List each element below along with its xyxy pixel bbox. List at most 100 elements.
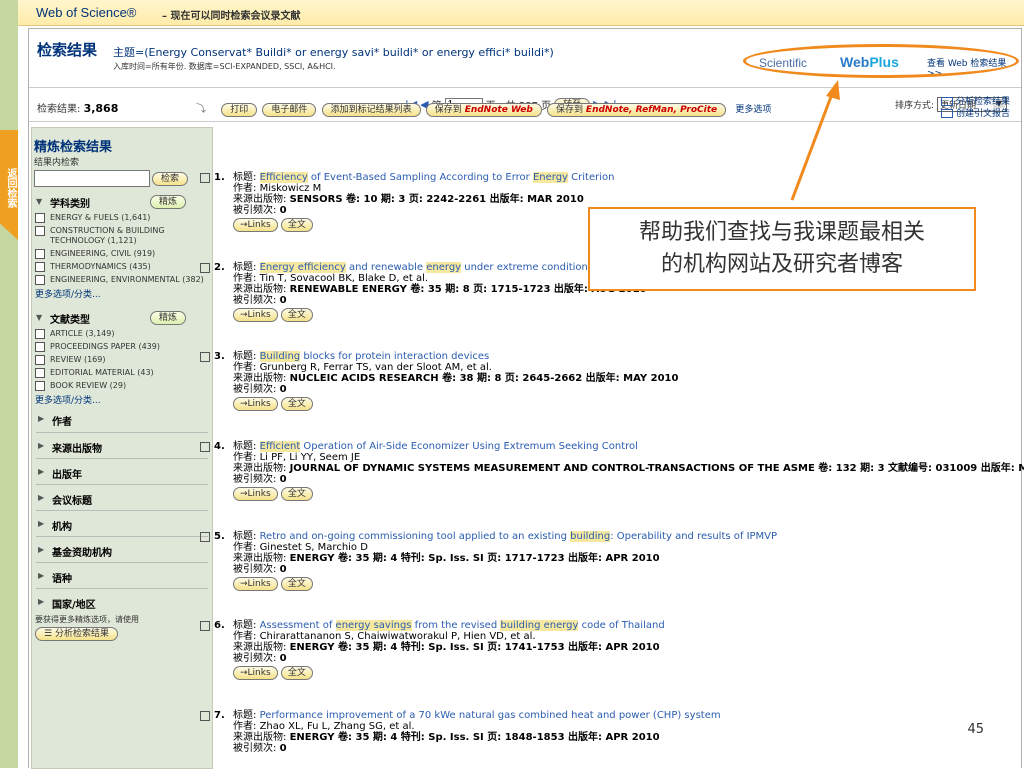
links-button[interactable]: →Links [233, 487, 278, 501]
record-checkbox[interactable] [200, 442, 210, 452]
checkbox[interactable] [35, 342, 45, 352]
facet-item-label: ENERGY & FUELS (1,641) [50, 213, 151, 222]
record-title-link[interactable]: Performance improvement of a 70 kWe natu… [260, 710, 721, 721]
top-bar: Web of Science® – 现在可以同时检索会议录文献 [18, 0, 1024, 26]
refine-search-button[interactable]: 检索 [152, 172, 189, 186]
email-button[interactable]: 电子邮件 [262, 103, 317, 117]
facet-subject[interactable]: ▼ 学科类别 精炼 [32, 194, 212, 210]
record-title-link[interactable]: Assessment of energy savings from the re… [260, 620, 665, 631]
facet-item[interactable]: ARTICLE (3,149) [32, 329, 212, 339]
record-title-link[interactable]: Retro and on-going commissioning tool ap… [260, 531, 777, 542]
links-button[interactable]: →Links [233, 397, 278, 411]
analyze-results-label: 分析检索结果 [54, 629, 109, 639]
expand-icon: ▼ [36, 197, 43, 206]
save-endnote-refman-button[interactable]: 保存到 EndNote, RefMan, ProCite [547, 103, 727, 117]
refine-button[interactable]: 精炼 [150, 195, 187, 209]
checkbox[interactable] [35, 275, 45, 285]
record-checkbox[interactable] [200, 711, 210, 721]
title-segment: energy savings [335, 620, 412, 631]
analyze-link[interactable]: 分析检索结果 [940, 96, 1010, 108]
links-button[interactable]: →Links [233, 308, 278, 322]
record-number: 1. [214, 172, 225, 183]
result-count-value: 3,868 [83, 102, 119, 115]
facet-item[interactable]: THERMODYNAMICS (435) [32, 262, 212, 272]
highlight-ellipse [743, 44, 1019, 78]
refine-search-input[interactable] [34, 170, 150, 187]
record-title-link[interactable]: Building blocks for protein interaction … [259, 351, 489, 362]
more-options-link[interactable]: 更多选项/分类... [32, 393, 212, 406]
record-authors: 作者: Li PF, Li YY, Seem JE [233, 452, 993, 463]
checkbox[interactable] [35, 368, 45, 378]
print-button[interactable]: 打印 [221, 103, 258, 117]
facet-item-label: EDITORIAL MATERIAL (43) [50, 368, 154, 377]
add-marked-button[interactable]: 添加到标记结果列表 [321, 103, 421, 117]
facet-item[interactable]: EDITORIAL MATERIAL (43) [32, 368, 212, 378]
refine-button[interactable]: 精炼 [150, 311, 187, 325]
record-body: 标题: Assessment of energy savings from th… [233, 620, 993, 680]
record-links: →Links 全文 [233, 308, 993, 322]
source-label: 来源出版物: [233, 373, 287, 384]
record-title-link[interactable]: Energy efficiency and renewable energy u… [259, 262, 593, 273]
record-title-link[interactable]: Efficiency of Event-Based Sampling Accor… [259, 172, 614, 183]
facet-country[interactable]: ▶ 国家/地区 [36, 588, 208, 614]
checkbox[interactable] [35, 355, 45, 365]
checkbox[interactable] [35, 226, 45, 236]
facet-item-label: REVIEW (169) [50, 355, 106, 364]
checkbox[interactable] [35, 262, 45, 272]
callout-line: 帮助我们查找与我课题最相关 [638, 220, 925, 245]
save-endnote-web-button[interactable]: 保存到 EndNote Web [425, 103, 542, 117]
facet-source[interactable]: ▶ 来源出版物 [36, 432, 208, 458]
links-button[interactable]: →Links [233, 666, 278, 680]
checkbox[interactable] [35, 381, 45, 391]
return-search-tab[interactable]: 返回检索 [0, 130, 18, 240]
record-checkbox[interactable] [200, 352, 210, 362]
citation-report-link[interactable]: 创建引文报告 [940, 108, 1010, 120]
facet-item[interactable]: ENERGY & FUELS (1,641) [32, 213, 212, 223]
checkbox[interactable] [35, 249, 45, 259]
links-button[interactable]: →Links [233, 218, 278, 232]
title-segment: Efficiency [259, 172, 308, 183]
checkbox[interactable] [35, 329, 45, 339]
facet-item[interactable]: PROCEEDINGS PAPER (439) [32, 342, 212, 352]
more-options-link[interactable]: 更多选项/分类... [32, 287, 212, 300]
facet-funding[interactable]: ▶ 基金资助机构 [36, 536, 208, 562]
facet-item[interactable]: ENGINEERING, CIVIL (919) [32, 249, 212, 259]
facet-conference[interactable]: ▶ 会议标题 [36, 484, 208, 510]
facet-doctype[interactable]: ▼ 文献类型 精炼 [32, 310, 212, 326]
record-title-link[interactable]: Efficient Operation of Air-Side Economiz… [259, 441, 638, 452]
title-segment: of Event-Based Sampling According to Err… [307, 172, 533, 183]
record-checkbox[interactable] [200, 532, 210, 542]
callout-line: 的机构网站及研究者博客 [660, 252, 903, 277]
facet-year[interactable]: ▶ 出版年 [36, 458, 208, 484]
facet-title: 学科类别 [50, 199, 90, 210]
facet-item[interactable]: BOOK REVIEW (29) [32, 381, 212, 391]
record-authors: 作者: Miskowicz M [233, 183, 993, 194]
facet-item[interactable]: CONSTRUCTION & BUILDING TECHNOLOGY (1,12… [32, 226, 212, 246]
links-button[interactable]: →Links [233, 577, 278, 591]
brand-title[interactable]: Web of Science® [36, 5, 136, 20]
title-segment: code of Thailand [578, 620, 665, 631]
record-checkbox[interactable] [200, 621, 210, 631]
facet-organization[interactable]: ▶ 机构 [36, 510, 208, 536]
facet-item-label: BOOK REVIEW (29) [50, 381, 127, 390]
record-checkbox[interactable] [200, 173, 210, 183]
sort-label: 排序方式: [894, 101, 934, 111]
record-body: 标题: Efficient Operation of Air-Side Econ… [233, 441, 1024, 501]
facet-item[interactable]: REVIEW (169) [32, 355, 212, 365]
facet-author[interactable]: ▶ 作者 [36, 406, 208, 432]
facet-title: 基金资助机构 [52, 548, 112, 559]
record-checkbox[interactable] [200, 263, 210, 273]
fulltext-button[interactable]: 全文 [280, 487, 313, 501]
facet-item[interactable]: ENGINEERING, ENVIRONMENTAL (382) [32, 275, 212, 285]
record-source: 来源出版物: NUCLEIC ACIDS RESEARCH 卷: 38 期: 8… [233, 373, 993, 384]
fulltext-button[interactable]: 全文 [280, 308, 313, 322]
record-title-row: 标题: Performance improvement of a 70 kWe … [233, 710, 993, 721]
checkbox[interactable] [35, 213, 45, 223]
more-options-link[interactable]: 更多选项 [735, 105, 771, 115]
fulltext-button[interactable]: 全文 [280, 218, 313, 232]
facet-language[interactable]: ▶ 语种 [36, 562, 208, 588]
fulltext-button[interactable]: 全文 [280, 577, 313, 591]
fulltext-button[interactable]: 全文 [280, 397, 313, 411]
analyze-results-button[interactable]: ☰ 分析检索结果 [35, 627, 118, 641]
fulltext-button[interactable]: 全文 [280, 666, 313, 680]
